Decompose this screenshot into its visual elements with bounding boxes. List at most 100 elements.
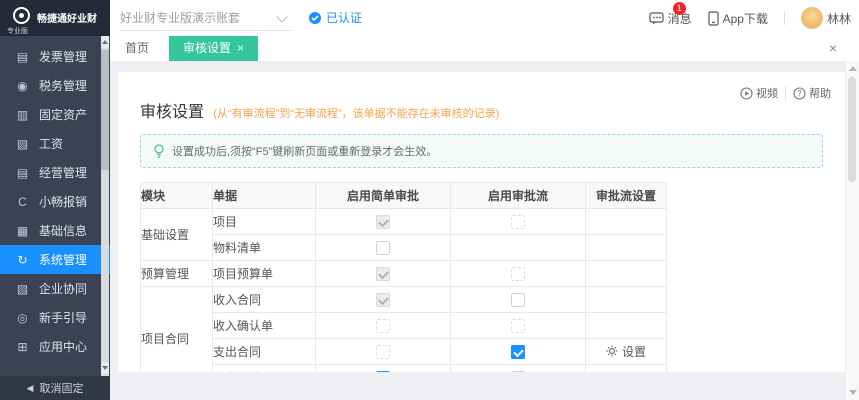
topbar-right: 消息 1 App下载 林林 (649, 0, 851, 36)
scroll-thumb[interactable] (848, 77, 856, 182)
module-cell: 基础设置 (141, 209, 213, 261)
tab-close-icon[interactable]: × (237, 36, 244, 61)
tab-home[interactable]: 首页 (113, 36, 161, 61)
sidebar-item-label: 固定资产 (39, 106, 87, 123)
sidebar-item-label: 应用中心 (39, 338, 87, 355)
flow-approval-checkbox (511, 215, 525, 229)
help-circle-icon: ? (793, 87, 806, 100)
user-menu[interactable]: 林林 (801, 7, 851, 29)
sidebar-scrollbar[interactable] (101, 36, 109, 376)
certified-badge[interactable]: 已认证 (308, 9, 362, 26)
flow-settings-cell (586, 235, 667, 261)
table-row: 支出确认单 (141, 365, 667, 373)
flow-approval-checkbox (511, 319, 525, 333)
flow-approval-cell (451, 287, 586, 313)
app-download-label: App下载 (723, 10, 768, 27)
chanjet-logo-icon (13, 7, 30, 24)
flow-approval-checkbox (511, 267, 525, 281)
content-area: 视频 ? 帮助 审核设置 (从“有审流程”到“无审流程”，该单据不能存在未审核的… (110, 61, 859, 400)
page-title: 审核设置 (140, 104, 204, 121)
app-download-button[interactable]: App下载 (708, 10, 768, 27)
sidebar-item-system[interactable]: ↻系统管理 (0, 245, 110, 274)
tab-audit-settings[interactable]: 审核设置 × (169, 36, 258, 61)
scroll-up-icon[interactable] (849, 66, 857, 71)
sidebar-item-salary[interactable]: ▧工资 (0, 129, 110, 158)
flow-settings-button[interactable]: 设置 (606, 343, 646, 360)
collapse-sidebar-button[interactable]: ◀ 取消固定 (0, 376, 110, 400)
document-cell: 项目预算单 (213, 261, 316, 287)
play-circle-icon (740, 87, 753, 100)
module-cell: 项目合同 (141, 287, 213, 373)
document-cell: 物料清单 (213, 235, 316, 261)
sidebar-item-fixed-assets[interactable]: ▥ 固定资产 (0, 100, 110, 129)
document-cell: 收入确认单 (213, 313, 316, 339)
sidebar: ▤ 发票管理 ◉税务管理 ▥ 固定资产 ▧工资▤经营管理 C 小畅报销 ▦基础信息↻系统管理 ▨ 企… (0, 36, 110, 376)
table-row: 收入确认单 (141, 313, 667, 339)
sidebar-item-base-info[interactable]: ▦基础信息 (0, 216, 110, 245)
simple-approval-checkbox[interactable] (376, 241, 390, 255)
top-bar: 畅捷通好业财 专业版 好业财专业版演示账套 已认证 消息 1 (0, 0, 859, 36)
certified-label: 已认证 (326, 9, 362, 26)
app-window: 畅捷通好业财 专业版 好业财专业版演示账套 已认证 消息 1 (0, 0, 859, 400)
simple-approval-cell (316, 209, 451, 235)
sidebar-scroll-down-icon[interactable] (101, 362, 109, 374)
sidebar-scroll-up-icon[interactable] (101, 36, 109, 48)
svg-text:?: ? (797, 89, 802, 98)
bulb-icon (153, 144, 165, 159)
title-row: 审核设置 (从“有审流程”到“无审流程”，该单据不能存在未审核的记录) (140, 98, 845, 122)
column-header: 启用审批流 (451, 183, 586, 209)
module-cell: 预算管理 (141, 261, 213, 287)
simple-approval-cell (316, 261, 451, 287)
chevron-down-icon (276, 11, 287, 22)
sidebar-item-label: 税务管理 (39, 77, 87, 94)
sidebar-item-app-center[interactable]: ⊞应用中心 (0, 332, 110, 361)
sidebar-item-tax[interactable]: ◉税务管理 (0, 71, 110, 100)
phone-icon (708, 11, 719, 26)
tabbar-close-icon[interactable]: × (829, 36, 837, 61)
salary-icon: ▧ (15, 137, 30, 151)
collab-icon: ▨ (15, 282, 30, 296)
help-link[interactable]: ? 帮助 (793, 85, 831, 101)
flow-settings-cell (586, 365, 667, 373)
simple-approval-checkbox (376, 293, 390, 307)
invoice-icon: ▤ (15, 50, 30, 64)
flow-approval-checkbox[interactable] (511, 345, 525, 359)
content-scrollbar[interactable] (845, 61, 859, 400)
video-link[interactable]: 视频 (740, 85, 778, 101)
page-title-note: (从“有审流程”到“无审流程”，该单据不能存在未审核的记录) (213, 108, 499, 120)
scroll-down-icon[interactable] (849, 390, 857, 395)
sidebar-item-reimburse[interactable]: C 小畅报销 (0, 187, 110, 216)
sidebar-item-invoice[interactable]: ▤ 发票管理 (0, 42, 110, 71)
collapse-left-icon: ◀ (27, 383, 34, 394)
flow-approval-checkbox[interactable] (511, 371, 525, 372)
messages-count-badge: 1 (673, 2, 686, 15)
flow-approval-checkbox[interactable] (511, 293, 525, 307)
sidebar-item-label: 企业协同 (39, 280, 87, 297)
business-icon: ▤ (15, 166, 30, 180)
simple-approval-checkbox[interactable] (376, 371, 390, 372)
fixed-assets-icon: ▥ (15, 108, 30, 122)
message-icon (649, 11, 664, 25)
simple-approval-cell (316, 235, 451, 261)
flow-approval-cell (451, 235, 586, 261)
system-icon: ↻ (15, 253, 30, 267)
table-row: 支出合同设置 (141, 339, 667, 365)
sidebar-scroll-thumb[interactable] (101, 50, 109, 170)
sidebar-item-collab[interactable]: ▨ 企业协同 (0, 274, 110, 303)
guide-icon: ◎ (15, 311, 30, 325)
reimburse-icon: C (15, 195, 30, 209)
tab-bar: 首页 审核设置 × × (110, 36, 859, 61)
logo-title: 畅捷通好业财 (37, 10, 97, 25)
sidebar-item-label: 小畅报销 (39, 193, 87, 210)
messages-button[interactable]: 消息 1 (649, 10, 692, 27)
account-selector[interactable]: 好业财专业版演示账套 (120, 6, 292, 31)
sidebar-item-guide[interactable]: ◎ 新手引导 (0, 303, 110, 332)
document-cell: 支出确认单 (213, 365, 316, 373)
sidebar-menu: ▤ 发票管理 ◉税务管理 ▥ 固定资产 ▧工资▤经营管理 C 小畅报销 ▦基础信息↻系统管理 ▨ 企… (0, 42, 110, 361)
sidebar-item-label: 新手引导 (39, 309, 87, 326)
sidebar-item-business[interactable]: ▤经营管理 (0, 158, 110, 187)
audit-settings-card: 视频 ? 帮助 审核设置 (从“有审流程”到“无审流程”，该单据不能存在未审核的… (118, 72, 845, 372)
simple-approval-checkbox (376, 319, 390, 333)
column-header: 审批流设置 (586, 183, 667, 209)
sidebar-item-label: 发票管理 (39, 48, 87, 65)
